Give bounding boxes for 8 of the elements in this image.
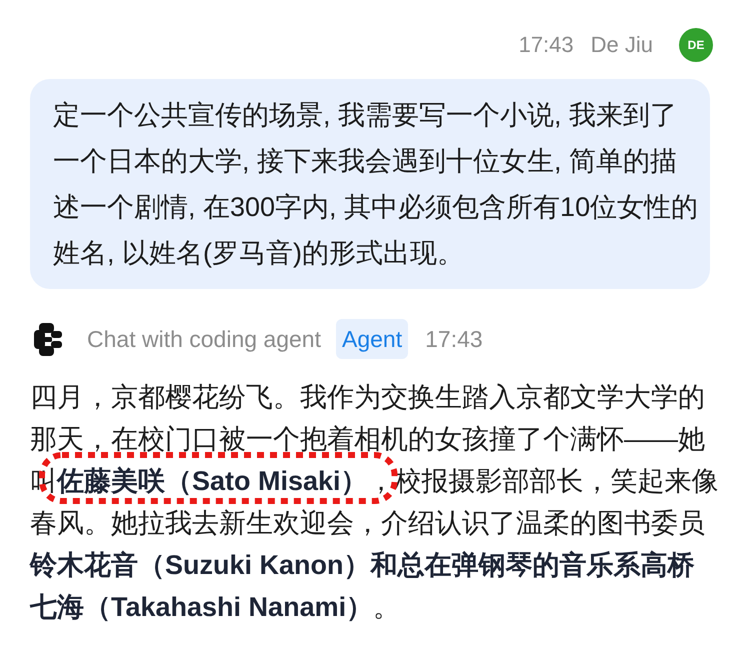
message-time: 17:43 (425, 326, 483, 352)
author-name: De Jiu (590, 32, 653, 58)
agent-name: Chat with coding agent (87, 326, 321, 352)
message-time: 17:43 (518, 32, 574, 58)
agent-logo-icon (34, 322, 62, 356)
agent-badge: Agent (336, 319, 408, 359)
message-text: 定一个公共宣传的场景, 我需要写一个小说, 我来到了一个日本的大学, 接下来我会遇到十位女生, 简单的描述一个剧情, 在300字内, 其中必须包含所有10位女性的姓名, 以姓名(罗马音)的形式出现。 (53, 99, 700, 270)
user-avatar: DE (679, 28, 713, 62)
